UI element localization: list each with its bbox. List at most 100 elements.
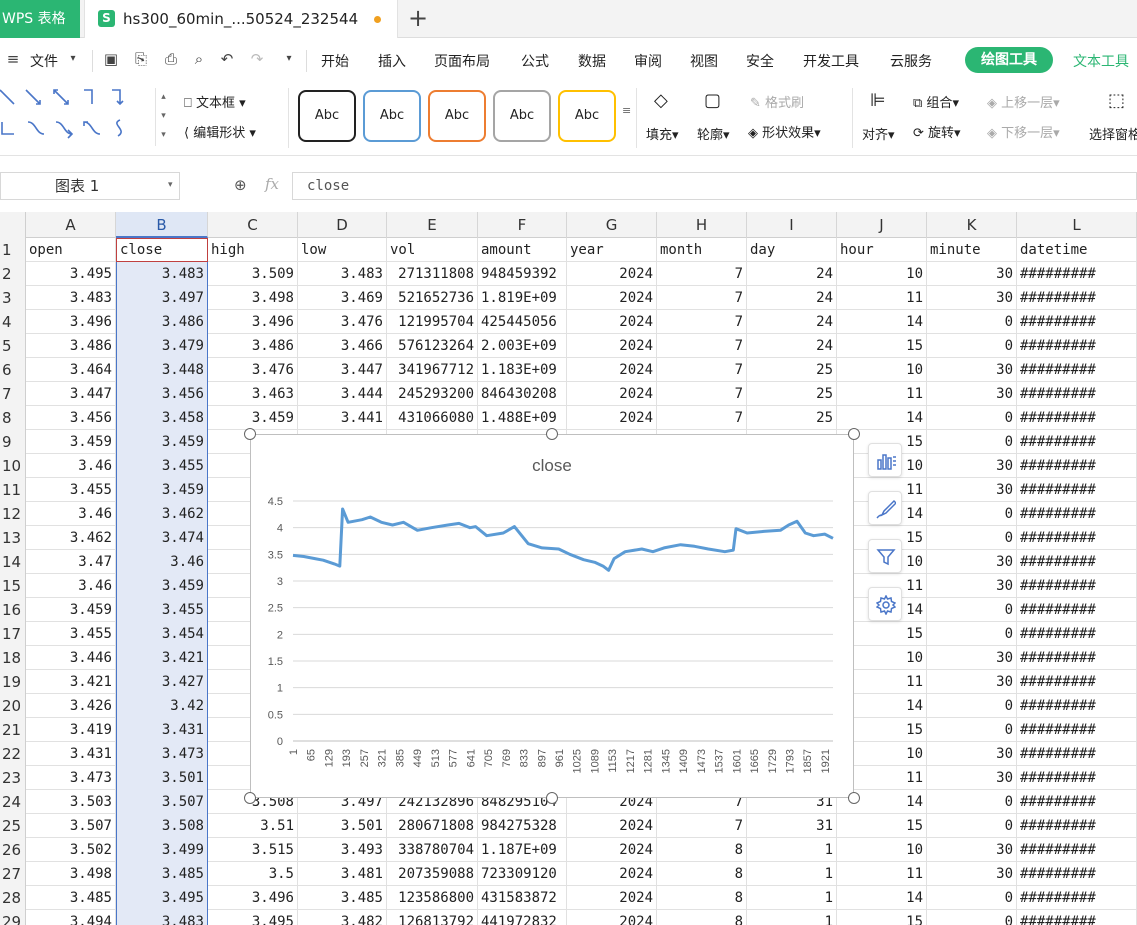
cell[interactable]: 2024 xyxy=(567,358,657,382)
row-header[interactable]: 26 xyxy=(0,838,26,862)
app-tab[interactable]: WPS 表格 xyxy=(0,0,80,38)
cell[interactable]: 521652736 xyxy=(387,286,478,310)
cell[interactable]: 3.481 xyxy=(298,862,387,886)
cell[interactable]: 2024 xyxy=(567,910,657,925)
cell[interactable]: ######### xyxy=(1017,310,1137,334)
cell[interactable]: ######### xyxy=(1017,262,1137,286)
format-painter-button[interactable]: ✎ 格式刷 xyxy=(750,92,804,111)
header-cell[interactable]: close xyxy=(116,238,208,262)
cell[interactable]: 121995704 xyxy=(387,310,478,334)
cell[interactable]: 30 xyxy=(927,478,1017,502)
resize-handle-top[interactable] xyxy=(546,428,558,440)
rotate-button[interactable]: ⟳ 旋转▾ xyxy=(913,122,961,141)
cell[interactable]: 3.47 xyxy=(26,550,116,574)
cell[interactable]: ######### xyxy=(1017,886,1137,910)
cell[interactable]: 24 xyxy=(747,262,837,286)
cell[interactable]: 2024 xyxy=(567,814,657,838)
row-header[interactable]: 19 xyxy=(0,670,26,694)
cell[interactable]: ######### xyxy=(1017,382,1137,406)
tab-text-tools[interactable]: 文本工具 xyxy=(1073,51,1129,71)
header-cell[interactable]: month xyxy=(657,238,747,262)
cell[interactable]: 3.501 xyxy=(298,814,387,838)
cell[interactable]: 11 xyxy=(837,862,927,886)
cell[interactable]: 3.476 xyxy=(208,358,298,382)
cell[interactable]: ######### xyxy=(1017,766,1137,790)
cell[interactable]: 25 xyxy=(747,406,837,430)
cell[interactable]: ######### xyxy=(1017,838,1137,862)
textbox-button[interactable]: ⎕ 文本框 ▾ xyxy=(184,92,246,111)
cell[interactable]: 3.462 xyxy=(26,526,116,550)
row-header[interactable]: 28 xyxy=(0,886,26,910)
cell[interactable]: 3.498 xyxy=(208,286,298,310)
resize-handle-bottom[interactable] xyxy=(546,792,558,804)
cell[interactable]: 0 xyxy=(927,310,1017,334)
cell[interactable]: 30 xyxy=(927,862,1017,886)
cell[interactable]: 7 xyxy=(657,382,747,406)
cell[interactable]: 7 xyxy=(657,334,747,358)
cell[interactable]: 3.456 xyxy=(26,406,116,430)
cell[interactable]: 30 xyxy=(927,382,1017,406)
cell[interactable]: 948459392 xyxy=(478,262,567,286)
cell[interactable]: 3.483 xyxy=(298,262,387,286)
file-dropdown-icon[interactable]: ▾ xyxy=(64,50,82,68)
cell[interactable]: ######### xyxy=(1017,598,1137,622)
cell[interactable]: 3.473 xyxy=(116,742,208,766)
cell[interactable]: 2024 xyxy=(567,310,657,334)
cell[interactable]: ######### xyxy=(1017,478,1137,502)
tab-drawing-tools[interactable]: 绘图工具 xyxy=(965,47,1053,73)
row-header[interactable]: 10 xyxy=(0,454,26,478)
cell[interactable]: 30 xyxy=(927,358,1017,382)
cell[interactable]: 3.456 xyxy=(116,382,208,406)
shape-effects-button[interactable]: ◈ 形状效果▾ xyxy=(748,122,821,141)
cell[interactable]: ######### xyxy=(1017,286,1137,310)
cell[interactable]: 7 xyxy=(657,358,747,382)
cell[interactable]: 30 xyxy=(927,670,1017,694)
column-header-l[interactable]: L xyxy=(1017,212,1137,238)
column-header-a[interactable]: A xyxy=(26,212,116,238)
cell[interactable]: 3.493 xyxy=(298,838,387,862)
header-cell[interactable]: day xyxy=(747,238,837,262)
menu-security[interactable]: 安全 xyxy=(746,51,774,71)
cell[interactable]: 846430208 xyxy=(478,382,567,406)
row-header[interactable]: 7 xyxy=(0,382,26,406)
quick-access-dropdown-icon[interactable]: ▾ xyxy=(280,50,298,68)
align-button[interactable]: 对齐▾ xyxy=(862,124,895,143)
cell[interactable]: 425445056 xyxy=(478,310,567,334)
row-header[interactable]: 8 xyxy=(0,406,26,430)
formula-input[interactable]: close xyxy=(292,172,1137,200)
cell[interactable]: 3.463 xyxy=(208,382,298,406)
cell[interactable]: 3.421 xyxy=(116,646,208,670)
column-header-h[interactable]: H xyxy=(657,212,747,238)
cell[interactable]: 7 xyxy=(657,814,747,838)
cell[interactable]: 11 xyxy=(837,286,927,310)
header-cell[interactable]: minute xyxy=(927,238,1017,262)
column-header-d[interactable]: D xyxy=(298,212,387,238)
cell[interactable]: 30 xyxy=(927,550,1017,574)
cell[interactable]: 31 xyxy=(747,814,837,838)
cell[interactable]: ######### xyxy=(1017,334,1137,358)
cell[interactable]: 3.476 xyxy=(298,310,387,334)
cell[interactable]: 3.46 xyxy=(26,454,116,478)
cell[interactable]: 3.455 xyxy=(116,454,208,478)
cell[interactable]: 576123264 xyxy=(387,334,478,358)
group-button[interactable]: ⧉ 组合▾ xyxy=(913,92,959,111)
cell[interactable]: 0 xyxy=(927,694,1017,718)
menu-view[interactable]: 视图 xyxy=(690,51,718,71)
cell[interactable]: 3.499 xyxy=(116,838,208,862)
row-header[interactable]: 6 xyxy=(0,358,26,382)
hamburger-menu-icon[interactable]: ≡ xyxy=(4,50,22,68)
cell[interactable]: 1.187E+09 xyxy=(478,838,567,862)
cell[interactable]: 3.497 xyxy=(116,286,208,310)
cell[interactable]: 723309120 xyxy=(478,862,567,886)
cell[interactable]: 3.46 xyxy=(26,502,116,526)
shape-style-3[interactable]: Abc xyxy=(428,90,486,142)
cell[interactable]: ######### xyxy=(1017,502,1137,526)
cell[interactable]: 3.469 xyxy=(298,286,387,310)
row-header[interactable]: 14 xyxy=(0,550,26,574)
cell[interactable]: 3.459 xyxy=(208,406,298,430)
cell[interactable]: 3.46 xyxy=(116,550,208,574)
chart-elements-button[interactable] xyxy=(868,443,902,477)
cell[interactable]: 15 xyxy=(837,910,927,925)
row-header[interactable]: 12 xyxy=(0,502,26,526)
zoom-search-icon[interactable]: ⊕ xyxy=(234,176,247,194)
